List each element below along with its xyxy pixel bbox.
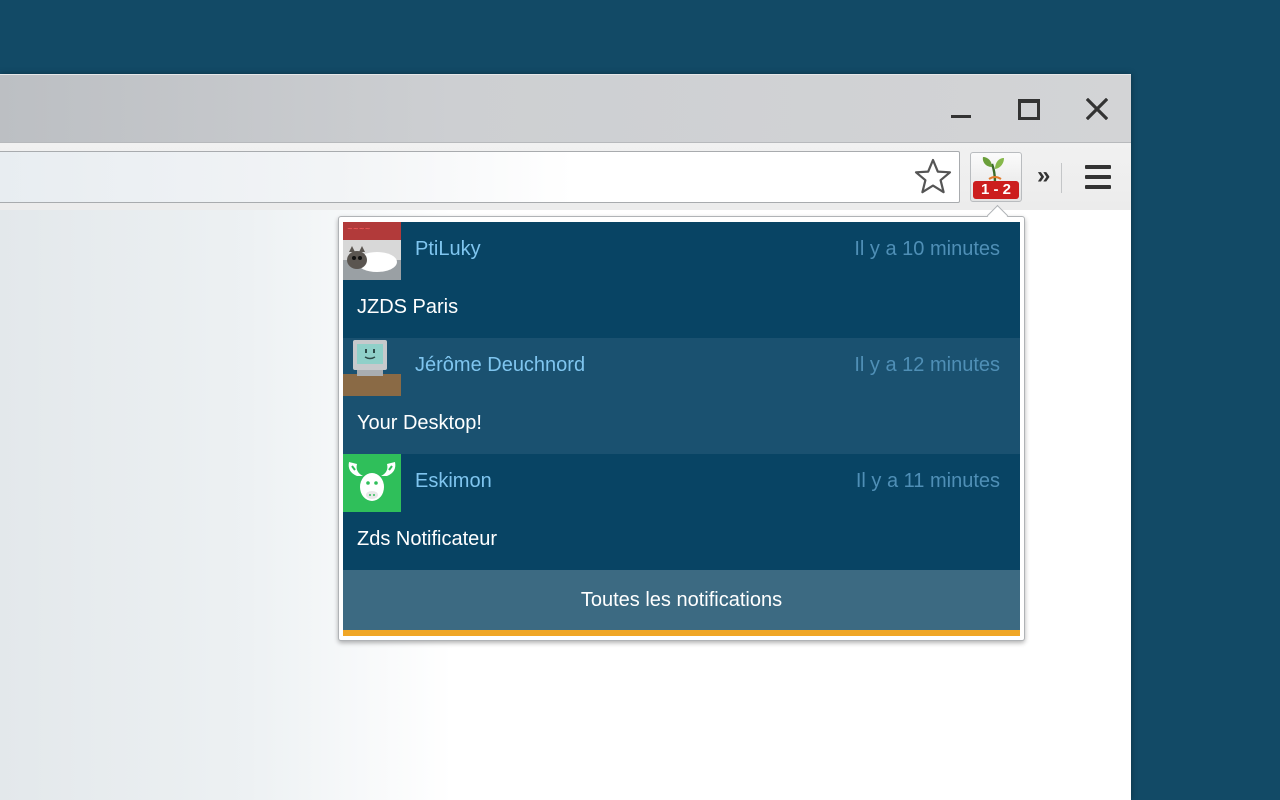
close-icon (1086, 98, 1108, 120)
title-bar[interactable] (0, 74, 1131, 142)
minimize-button[interactable] (944, 95, 978, 123)
browser-toolbar: 1 - 2 » (0, 142, 1131, 210)
extensions-overflow-chevron[interactable]: » (1037, 161, 1050, 191)
maximize-icon (1018, 98, 1040, 120)
notification-time: Il y a 12 minutes (854, 354, 1000, 376)
moose-avatar-icon (343, 454, 401, 512)
zds-notifier-extension-button[interactable]: 1 - 2 (970, 152, 1022, 202)
notification-author: PtiLuky (415, 238, 481, 260)
notification-time: Il y a 11 minutes (855, 470, 1000, 492)
avatar: ~~~~ (343, 222, 401, 280)
maximize-button[interactable] (1012, 95, 1046, 123)
notification-list: ~~~~ PtiLuky Il y a 10 minutes JZDS Pari… (343, 222, 1020, 570)
notification-time: Il y a 10 minutes (854, 238, 1000, 260)
address-bar[interactable] (0, 151, 960, 203)
menu-bar-3 (1085, 185, 1111, 189)
footer-accent-line (343, 630, 1020, 636)
bookmark-star-icon[interactable] (913, 157, 953, 197)
toolbar-separator (1061, 163, 1062, 193)
all-notifications-button[interactable]: Toutes les notifications (343, 570, 1020, 632)
cat-avatar-icon: ~~~~ (343, 222, 401, 280)
notification-subject: JZDS Paris (357, 296, 459, 318)
notification-count-badge: 1 - 2 (973, 181, 1019, 199)
avatar (343, 338, 401, 396)
svg-text:~~~~: ~~~~ (347, 225, 371, 233)
menu-bar-2 (1085, 175, 1111, 179)
notification-author: Eskimon (415, 470, 492, 492)
close-button[interactable] (1080, 95, 1114, 123)
avatar (343, 454, 401, 512)
notification-item[interactable]: ~~~~ PtiLuky Il y a 10 minutes JZDS Pari… (343, 222, 1020, 338)
computer-avatar-icon (343, 338, 401, 396)
notification-subject: Your Desktop! (357, 412, 482, 434)
notification-item[interactable]: Jérôme Deuchnord Il y a 12 minutes Your … (343, 338, 1020, 454)
menu-bar-1 (1085, 165, 1111, 169)
minimize-icon (951, 114, 971, 118)
notification-author: Jérôme Deuchnord (415, 354, 586, 376)
notification-item[interactable]: Eskimon Il y a 11 minutes Zds Notificate… (343, 454, 1020, 570)
browser-menu-button[interactable] (1085, 165, 1111, 191)
notification-subject: Zds Notificateur (357, 528, 498, 550)
